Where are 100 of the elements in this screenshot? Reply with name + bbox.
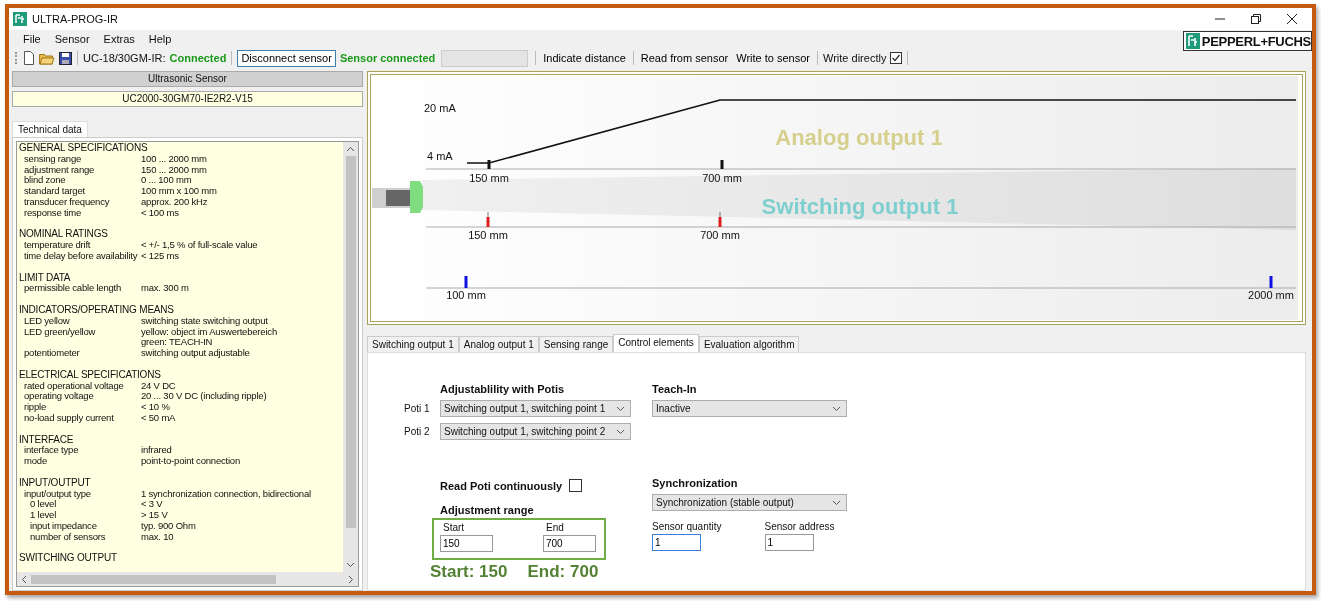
dropdown[interactable]: Switching output 1, switching point 1 bbox=[440, 400, 631, 417]
distance-label: 700 mm bbox=[702, 172, 742, 184]
checkbox-label: Read Poti continuously bbox=[440, 479, 563, 492]
spec-label: temperature drift bbox=[24, 239, 91, 251]
spec-value: yellow: object im Auswertebereich bbox=[141, 326, 277, 338]
section-heading: Synchronization bbox=[652, 477, 739, 489]
toolbar-button[interactable]: Read from sensor bbox=[638, 52, 731, 64]
dropdown[interactable]: Inactive bbox=[652, 400, 847, 417]
dropdown[interactable]: Synchronization (stable output) bbox=[652, 494, 847, 511]
toolbar-button[interactable]: Indicate distance bbox=[541, 52, 628, 64]
spec-value: 24 V DC bbox=[141, 380, 176, 392]
output-title: Analog output 1 bbox=[775, 125, 943, 150]
vertical-scrollbar[interactable] bbox=[343, 142, 358, 572]
spec-label: LED yellow bbox=[24, 314, 70, 326]
menu-item[interactable]: Sensor bbox=[48, 33, 98, 45]
spec-label: number of sensors bbox=[30, 530, 106, 542]
spec-value: < 3 V bbox=[141, 499, 163, 511]
spec-value: 0 ... 100 mm bbox=[141, 175, 192, 187]
spec-label: 0 level bbox=[30, 498, 57, 510]
input-field[interactable]: 700 bbox=[543, 535, 596, 552]
scroll-right-icon[interactable] bbox=[348, 574, 354, 584]
write-directly-checkbox[interactable] bbox=[890, 52, 903, 64]
spec-value: max. 10 bbox=[141, 531, 174, 543]
tab[interactable]: Control elements bbox=[613, 334, 699, 352]
window-title: ULTRA-PROG-IR bbox=[32, 13, 118, 25]
annotation-text: End: 700 bbox=[527, 562, 599, 582]
range-marker bbox=[1269, 276, 1273, 288]
spec-value: 100 mm x 100 mm bbox=[141, 186, 217, 197]
spec-value: > 15 V bbox=[141, 510, 168, 521]
field-label: Sensor quantity bbox=[652, 521, 722, 532]
spec-value: point-to-point connection bbox=[141, 456, 241, 467]
sensor-status: Sensor connected bbox=[339, 52, 436, 64]
input-field[interactable]: 150 bbox=[440, 535, 493, 552]
tab[interactable]: Sensing range bbox=[538, 336, 614, 352]
spec-label: operating voltage bbox=[24, 390, 94, 402]
dropdown[interactable]: Switching output 1, switching point 2 bbox=[440, 423, 631, 440]
poti-label: Poti 2 bbox=[404, 426, 431, 437]
spec-value: switching state switching output bbox=[141, 315, 268, 327]
section-title: NOMINAL RATINGS bbox=[19, 229, 109, 241]
switch-point-marker bbox=[486, 211, 490, 227]
disconnect-button[interactable]: Disconnect sensor bbox=[237, 49, 336, 67]
axis-label: 20 mA bbox=[424, 102, 456, 114]
spec-value: 20 ... 30 V DC (including ripple) bbox=[141, 391, 267, 403]
spec-value: < 125 ms bbox=[141, 250, 179, 262]
annotation-text: Start: 150 bbox=[430, 562, 508, 582]
distance-label: 2000 mm bbox=[1248, 289, 1294, 301]
tab[interactable]: Analog output 1 bbox=[458, 336, 539, 352]
close-icon[interactable] bbox=[1286, 13, 1298, 25]
input-field[interactable]: 1 bbox=[764, 534, 814, 551]
distance-label: 100 mm bbox=[446, 289, 486, 301]
save-icon[interactable] bbox=[59, 51, 72, 65]
new-file-icon[interactable] bbox=[23, 51, 35, 65]
spec-label: ripple bbox=[24, 401, 47, 413]
section-title: LIMIT DATA bbox=[19, 272, 72, 284]
section-title: INPUT/OUTPUT bbox=[19, 477, 92, 489]
input-field[interactable]: 1 bbox=[652, 534, 701, 551]
distance-label: 150 mm bbox=[468, 229, 508, 241]
scroll-thumb[interactable] bbox=[345, 156, 356, 528]
tab[interactable]: Technical data bbox=[12, 121, 88, 137]
distance-label: 150 mm bbox=[469, 172, 509, 184]
section-heading: Adjustablility with Potis bbox=[440, 383, 566, 395]
panel-header: Ultrasonic Sensor bbox=[12, 71, 363, 87]
switch-point-marker bbox=[718, 211, 722, 227]
scroll-down-icon[interactable] bbox=[346, 562, 355, 568]
tab[interactable]: Evaluation algorithm bbox=[698, 336, 800, 352]
spec-label: no-load supply current bbox=[24, 411, 114, 423]
toolbar-button[interactable]: Write to sensor bbox=[734, 52, 812, 64]
menu-item[interactable]: Extras bbox=[97, 33, 143, 45]
menu-item[interactable]: File bbox=[17, 33, 49, 45]
restore-icon[interactable] bbox=[1250, 13, 1262, 25]
scroll-up-icon[interactable] bbox=[346, 146, 355, 152]
chevron-icon bbox=[616, 429, 625, 435]
field-label: Start bbox=[443, 522, 466, 533]
menu-item[interactable]: Help bbox=[142, 33, 180, 45]
tab[interactable]: Switching output 1 bbox=[367, 336, 459, 352]
output-title: Switching output 1 bbox=[761, 194, 959, 219]
spec-label: time delay before availability bbox=[24, 249, 138, 261]
field-label: Sensor address bbox=[764, 521, 835, 532]
read-poti-checkbox[interactable] bbox=[569, 479, 583, 492]
spec-value: 1 synchronization connection, bidirectional bbox=[141, 488, 311, 500]
spec-label: blind zone bbox=[24, 174, 66, 186]
horizontal-scrollbar[interactable] bbox=[16, 572, 359, 587]
spec-label: input impedance bbox=[30, 519, 97, 531]
tick-mark bbox=[487, 160, 491, 169]
distance-label: 700 mm bbox=[700, 229, 740, 241]
spec-value: 100 ... 2000 mm bbox=[141, 153, 207, 165]
scroll-left-icon[interactable] bbox=[21, 574, 27, 584]
scroll-thumb[interactable] bbox=[31, 574, 276, 584]
tick-mark bbox=[720, 160, 724, 169]
spec-value: approx. 200 kHz bbox=[141, 197, 208, 208]
axis-label: 4 mA bbox=[427, 150, 453, 162]
spec-value: 150 ... 2000 mm bbox=[141, 164, 207, 176]
chevron-icon bbox=[832, 500, 841, 506]
section-title: GENERAL SPECIFICATIONS bbox=[19, 143, 149, 154]
spec-label: transducer frequency bbox=[24, 196, 110, 207]
section-title: ELECTRICAL SPECIFICATIONS bbox=[19, 369, 162, 381]
range-marker bbox=[464, 276, 468, 288]
app-icon bbox=[13, 12, 27, 26]
chevron-icon bbox=[832, 406, 841, 412]
section-heading: Adjustment range bbox=[440, 504, 535, 516]
